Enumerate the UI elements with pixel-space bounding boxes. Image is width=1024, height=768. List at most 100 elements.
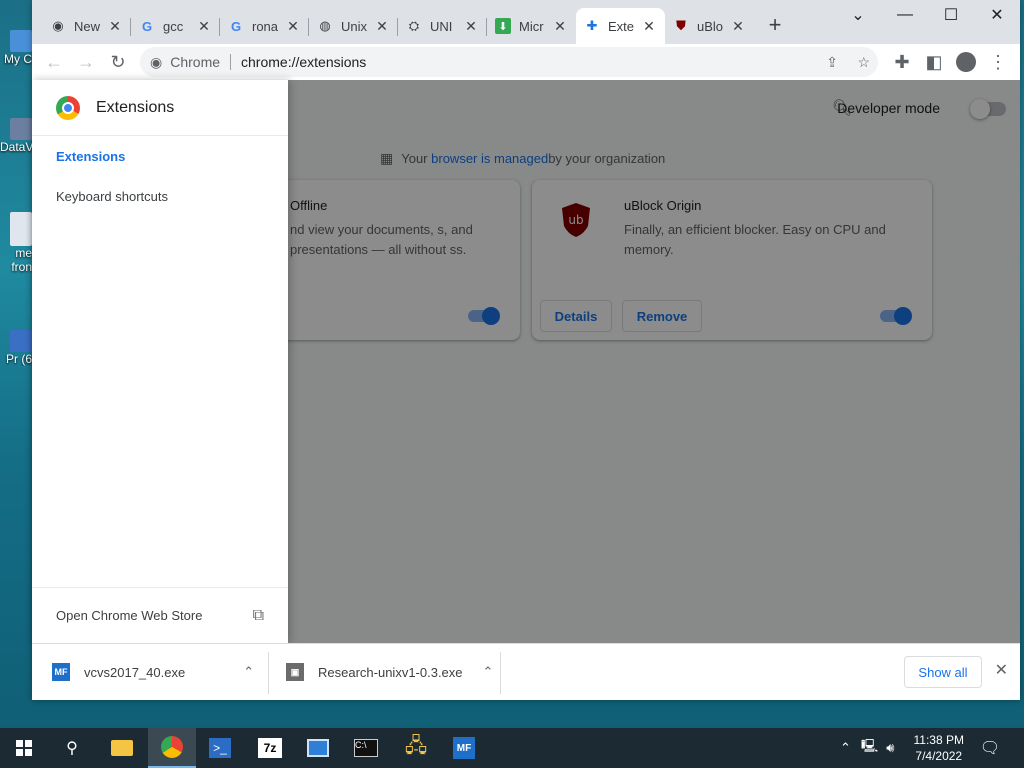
maximize-icon: ☐ [943,7,959,24]
terminal-icon: C:\ [354,739,378,757]
drawer-header: Extensions [32,80,288,136]
tab-extensions[interactable]: ✚ Exte ✕ [576,8,665,44]
tab-uni[interactable]: ⛭ UNI ✕ [398,8,487,44]
bookmark-star-icon[interactable]: ☆ [857,54,870,71]
start-button[interactable] [0,728,48,768]
desktop-icon-my-computer[interactable]: My C [0,30,32,66]
tab-micr[interactable]: ⬇ Micr ✕ [487,8,576,44]
drawer-title: Extensions [96,98,175,116]
download-item[interactable]: ▣ Research-unixv1-0.3.exe ⌃ [286,650,493,694]
chevron-up-icon[interactable]: ⌃ [840,740,851,756]
system-tray: ⌃ 🖳 🔊︎ [840,728,894,768]
side-drawer: Extensions Extensions Keyboard shortcuts… [32,80,288,643]
close-tab-icon[interactable]: ✕ [730,18,746,35]
site-chip: Chrome [170,54,221,70]
puzzle-icon: ✚ [894,51,910,72]
notification-icon: 🗨 [979,740,1001,757]
download-filename: vcvs2017_40.exe [84,664,186,680]
address-bar[interactable]: ◉ Chrome chrome://extensions ⇪ ☆ [140,47,878,77]
taskbar-powershell[interactable]: >_ [196,728,244,768]
reload-button[interactable]: ↻ [102,46,134,78]
close-tab-icon[interactable]: ✕ [641,18,657,35]
powershell-icon: >_ [209,738,231,758]
close-icon: ✕ [990,7,1004,24]
chevron-down-icon: ⌄ [851,7,865,24]
taskbar-terminal[interactable]: C:\ [342,728,390,768]
search-icon: ⚲ [66,740,78,757]
show-all-button[interactable]: Show all [904,656,982,688]
taskbar-file-explorer[interactable] [98,728,146,768]
browser-toolbar: ← → ↻ ◉ Chrome chrome://extensions ⇪ ☆ ✚… [32,44,1020,80]
side-panel-button[interactable]: ◧ [918,46,950,78]
document-icon [10,212,32,246]
taskbar-chrome[interactable] [148,728,196,768]
tab-title: gcc [163,18,184,34]
desktop-icon-document[interactable]: me fron [0,212,32,274]
nav-keyboard-shortcuts[interactable]: Keyboard shortcuts [32,176,288,216]
close-window-button[interactable]: ✕ [974,0,1020,30]
minimize-button[interactable]: — [882,0,928,30]
close-tab-icon[interactable]: ✕ [196,18,212,35]
desktop-icon-label: Pr (6 [5,352,32,366]
chevron-up-icon[interactable]: ⌃ [243,664,254,680]
web-store-link[interactable]: Open Chrome Web Store ⧉ [32,587,288,643]
chrome-icon [161,736,183,758]
taskbar: ⚲ >_ 7z C:\ 🖧 MF ⌃ 🖳 🔊︎ 11:38 PM 7/4/202… [0,728,1024,768]
network-icon[interactable]: 🖳 [861,737,878,759]
search-button[interactable]: ⚲ [48,728,96,768]
windows-logo-icon [16,740,32,756]
tab-new-tab[interactable]: ◉ New ✕ [42,8,131,44]
download-item[interactable]: MF vcvs2017_40.exe ⌃ [52,650,254,694]
forward-button[interactable]: → [70,46,102,78]
taskbar-clock[interactable]: 11:38 PM 7/4/2022 [914,732,964,764]
profile-button[interactable] [950,46,982,78]
download-separator [268,652,269,694]
taskbar-network-app[interactable]: 🖧 [392,728,440,768]
taskbar-app[interactable] [294,728,342,768]
taskbar-7zip[interactable]: 7z [246,728,294,768]
tab-title: UNI [430,18,453,34]
desktop-icon-label: My C [4,52,32,66]
new-tab-button[interactable]: + [763,14,787,36]
desktop-icon-datav[interactable]: DataV [0,118,32,154]
open-in-new-icon: ⧉ [252,606,264,624]
close-tab-icon[interactable]: ✕ [374,18,390,35]
close-tab-icon[interactable]: ✕ [107,18,123,35]
close-tab-icon[interactable]: ✕ [552,18,568,35]
share-icon[interactable]: ⇪ [826,54,838,71]
notifications-button[interactable]: 🗨 [968,728,1012,768]
download-shelf: MF vcvs2017_40.exe ⌃ ▣ Research-unixv1-0… [32,643,1020,700]
close-tab-icon[interactable]: ✕ [285,18,301,35]
avatar [956,52,976,72]
chevron-up-icon[interactable]: ⌃ [483,664,494,680]
tab-gcc[interactable]: G gcc ✕ [131,8,220,44]
back-button[interactable]: ← [38,46,70,78]
omnibox-divider [230,54,232,70]
ublock-icon: ⛊ [676,18,686,33]
kebab-menu-icon: ⋮ [989,51,1007,72]
desktop-icon-program[interactable]: Pr (6 [0,330,32,366]
computer-icon [10,30,32,52]
chrome-logo-icon [56,95,80,120]
network-computers-icon: 🖧 [404,735,428,757]
side-panel-icon: ◧ [925,51,943,72]
close-icon[interactable]: ✕ [995,660,1008,680]
tab-title: Micr [519,18,544,34]
window-app-icon [307,739,329,757]
desktop-icon-label: me fron [11,246,32,274]
menu-button[interactable]: ⋮ [982,46,1014,78]
tab-rona[interactable]: G rona ✕ [220,8,309,44]
clock-date: 7/4/2022 [915,749,963,763]
tab-unix[interactable]: ◍ Unix ✕ [309,8,398,44]
clock-time: 11:38 PM [913,733,964,747]
desktop-icon-label: DataV [0,140,32,154]
tab-search-button[interactable]: ⌄ [835,0,881,30]
close-tab-icon[interactable]: ✕ [463,18,479,35]
extensions-button[interactable]: ✚ [886,46,918,78]
taskbar-installer[interactable]: MF [440,728,488,768]
maximize-button[interactable]: ☐ [928,0,974,30]
nav-extensions[interactable]: Extensions [32,136,288,176]
tab-ublock[interactable]: ⛊ uBlo ✕ [665,8,754,44]
program-icon [10,330,32,352]
volume-icon[interactable]: 🔊︎ [886,740,894,756]
